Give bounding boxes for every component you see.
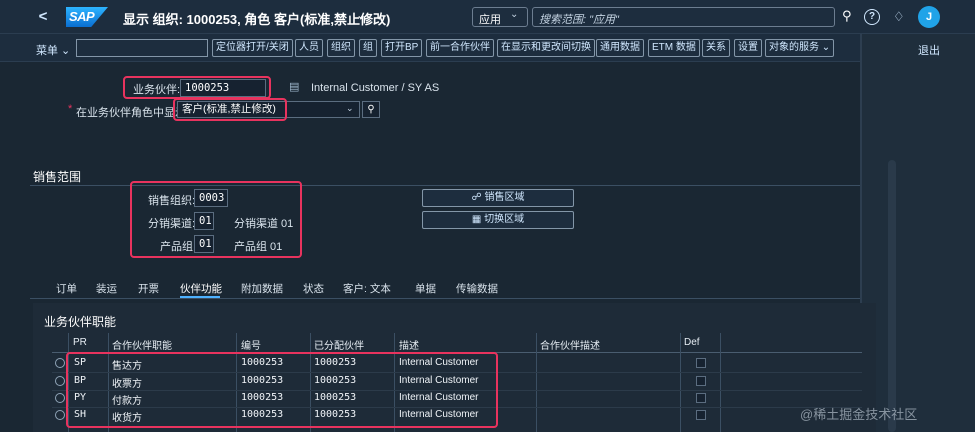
tab-additional-data[interactable]: 附加数据: [241, 281, 283, 296]
open-bp-button[interactable]: 打开BP: [381, 39, 423, 57]
def-checkbox[interactable]: [696, 376, 706, 386]
row-selector[interactable]: [55, 393, 65, 403]
tab-transfer-data[interactable]: 传输数据: [456, 281, 498, 296]
required-asterisk: *: [68, 103, 73, 115]
row-selector[interactable]: [55, 410, 65, 420]
column-header-description[interactable]: 描述: [399, 337, 419, 352]
highlight-box-partners: [66, 352, 498, 428]
chevron-down-icon: ⌄: [346, 103, 354, 113]
search-scope-select[interactable]: 应用: [472, 7, 528, 27]
watermark: @稀土掘金技术社区: [800, 407, 918, 422]
section-title: 销售范围: [33, 170, 82, 184]
row-selector[interactable]: [55, 358, 65, 368]
column-header-number[interactable]: 编号: [241, 337, 261, 352]
right-pane: [860, 34, 975, 432]
role-label: 在业务伙伴角色中显示: [76, 107, 186, 119]
settings-button[interactable]: 设置: [734, 39, 762, 57]
def-checkbox[interactable]: [696, 410, 706, 420]
chevron-down-icon[interactable]: ⌄: [356, 8, 366, 22]
locator-toggle-button[interactable]: 定位器打开/关闭: [212, 39, 293, 57]
channel-field[interactable]: 01: [194, 212, 214, 230]
column-header-def[interactable]: Def: [684, 337, 700, 348]
column-header-function[interactable]: 合作伙伴职能: [112, 337, 172, 352]
scrollbar[interactable]: [888, 160, 896, 432]
search-input[interactable]: 搜索范围: "应用": [532, 7, 835, 27]
tab-billing[interactable]: 开票: [138, 281, 159, 296]
tab-order[interactable]: 订单: [56, 281, 77, 296]
tab-partner-functions[interactable]: 伙伴功能: [180, 281, 222, 296]
group-button[interactable]: 组: [359, 39, 377, 57]
sap-logo-text: SAP: [69, 9, 95, 24]
bell-icon[interactable]: ♢: [893, 9, 905, 25]
sales-area-label: 销售区域: [484, 192, 525, 203]
menu-label: 菜单: [36, 45, 58, 57]
switch-area-button[interactable]: ▦ 切换区域: [422, 211, 574, 229]
bp-description: Internal Customer / SY AS: [311, 82, 440, 94]
sales-org-label: 销售组织:: [148, 195, 196, 207]
column-divider: [720, 333, 721, 432]
division-label: 产品组:: [160, 241, 197, 253]
column-divider: [536, 333, 537, 432]
bp-number-field[interactable]: 1000253: [180, 79, 266, 97]
person-button[interactable]: 人员: [295, 39, 323, 57]
avatar[interactable]: J: [918, 6, 940, 28]
divider: [30, 298, 860, 299]
previous-partner-button[interactable]: 前一合作伙伴: [426, 39, 494, 57]
column-divider: [680, 333, 681, 432]
panel-title: 业务伙伴职能: [44, 315, 117, 329]
highlight-box-role: [173, 98, 287, 121]
tab-documents[interactable]: 单据: [415, 281, 436, 296]
sales-org-field[interactable]: 0003: [194, 189, 228, 207]
bp-label: 业务伙伴:: [133, 84, 181, 96]
tab-shipping[interactable]: 装运: [96, 281, 117, 296]
switch-area-label: 切换区域: [484, 214, 525, 225]
exit-button[interactable]: 退出: [918, 42, 940, 58]
tab-status[interactable]: 状态: [303, 281, 324, 296]
channel-description: 分销渠道 01: [234, 218, 294, 230]
table-header: [52, 333, 862, 353]
row-selector[interactable]: [55, 376, 65, 386]
command-field[interactable]: [76, 39, 208, 57]
switch-icon: ▦: [471, 214, 482, 225]
column-header-pr[interactable]: PR: [73, 337, 87, 348]
sales-area-button[interactable]: ☍ 销售区域: [422, 189, 574, 207]
toggle-display-change-button[interactable]: 在显示和更改间切换: [497, 39, 595, 57]
etm-data-button[interactable]: ETM 数据: [648, 39, 700, 57]
organization-button[interactable]: 组织: [327, 39, 355, 57]
search-icon[interactable]: ⚲: [842, 8, 852, 24]
relationships-button[interactable]: 关系: [702, 39, 730, 57]
division-description: 产品组 01: [234, 241, 283, 253]
app-title: 显示 组织: 1000253, 角色 客户(标准,禁止修改): [123, 12, 391, 27]
column-header-partner-description[interactable]: 合作伙伴描述: [540, 337, 600, 352]
sales-area-icon: ☍: [471, 192, 482, 203]
help-icon[interactable]: ?: [864, 9, 880, 25]
menu-button[interactable]: 菜单 ⌄: [36, 42, 70, 58]
back-arrow-icon[interactable]: <: [34, 8, 52, 26]
search-icon[interactable]: ⚲: [362, 101, 380, 118]
tab-customer-text[interactable]: 客户: 文本: [343, 281, 391, 296]
chart-icon: ▤: [289, 81, 300, 93]
chevron-down-icon: ⌄: [510, 9, 519, 20]
division-field[interactable]: 01: [194, 235, 214, 253]
column-header-assigned[interactable]: 已分配伙伴: [314, 337, 364, 352]
def-checkbox[interactable]: [696, 393, 706, 403]
channel-label: 分销渠道:: [148, 218, 196, 230]
def-checkbox[interactable]: [696, 358, 706, 368]
object-services-label: 对象的服务: [769, 42, 819, 53]
object-services-button[interactable]: 对象的服务 ⌄: [765, 39, 835, 57]
general-data-button[interactable]: 通用数据: [596, 39, 644, 57]
